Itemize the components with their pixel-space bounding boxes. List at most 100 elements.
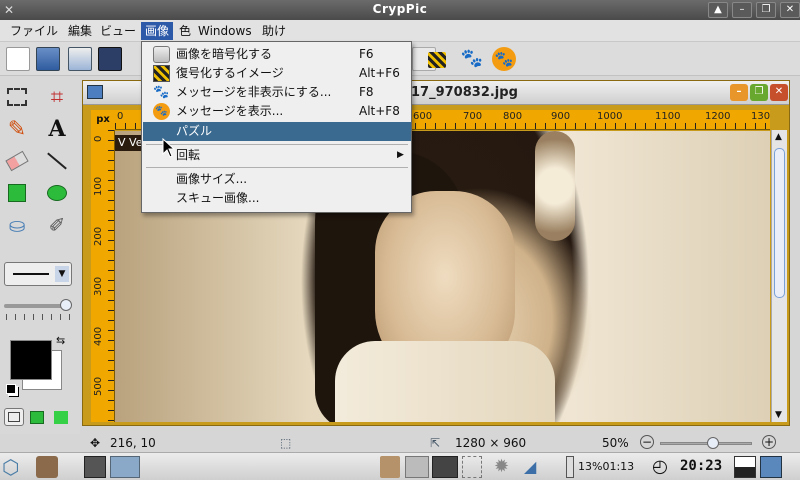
status-bar: ✥ 216, 10 ⬚ ⇱ 1280 × 960 50% − +	[0, 434, 800, 452]
wifi-icon[interactable]: ◢	[524, 456, 546, 478]
toolbox: ⌗ ✎ A ⛀ ✐ ▼ ⇆	[0, 76, 80, 434]
zoom-in-button[interactable]: +	[762, 435, 776, 449]
menu-windows[interactable]: Windows	[194, 22, 256, 40]
title-bar: ✕ CrypPic ▲ – ❐ ✕	[0, 0, 800, 20]
menu-help[interactable]: 助け	[258, 22, 290, 40]
menu-file[interactable]: ファイル	[6, 22, 62, 40]
fill-mode-fill[interactable]	[54, 411, 68, 424]
menu-bar: ファイル 編集 ビュー 画像 色 Windows 助け	[0, 20, 800, 42]
window-close-button[interactable]: ✕	[780, 2, 800, 18]
zoom-slider-handle[interactable]	[707, 437, 719, 449]
hruler-label: 1100	[655, 111, 681, 122]
text-tool-icon[interactable]: A	[44, 116, 70, 142]
clipboard-icon[interactable]	[380, 456, 400, 478]
menu-item-skew[interactable]: スキュー画像...	[143, 189, 411, 208]
show-desktop-icon[interactable]	[760, 456, 782, 478]
image-restore-button[interactable]: ❐	[750, 84, 768, 101]
hruler-label: 900	[551, 111, 571, 122]
menu-item-encrypt[interactable]: 画像を暗号化する F6	[143, 45, 411, 64]
ellipse-tool-icon[interactable]	[44, 180, 70, 206]
image-vertical-scrollbar[interactable]: ▲ ▼	[771, 130, 787, 422]
show-message-toolbar-icon[interactable]: 🐾	[492, 47, 516, 71]
menu-image[interactable]: 画像	[141, 22, 174, 40]
pencil-icon[interactable]: ✎	[4, 116, 30, 142]
vruler-label: 500	[93, 376, 104, 396]
scrollbar-thumb[interactable]	[774, 148, 785, 298]
zoom-slider[interactable]	[660, 437, 752, 449]
paw-orange-icon: 🐾	[153, 103, 170, 120]
open-image-icon[interactable]	[36, 47, 60, 71]
menu-item-label: メッセージを非表示にする...	[176, 85, 332, 99]
swap-colors-icon[interactable]: ⇆	[56, 334, 65, 347]
taskbar: ⬡ ✹ ◢ 13%01:13 ◴ 20:23	[0, 452, 800, 480]
crop-icon[interactable]: ⌗	[44, 84, 70, 110]
settings-icon[interactable]	[36, 456, 58, 478]
menu-item-shortcut: Alt+F6	[359, 66, 400, 80]
clock-time: 20:23	[680, 458, 723, 474]
vruler-label: 200	[93, 226, 104, 246]
menu-item-decrypt[interactable]: 復号化するイメージ Alt+F6	[143, 64, 411, 83]
eraser-icon[interactable]	[4, 148, 30, 174]
menu-item-shortcut: Alt+F8	[359, 104, 400, 118]
hruler-label: 1000	[597, 111, 623, 122]
desktop-switcher-icon[interactable]	[734, 456, 756, 478]
vertical-ruler: 0 100 200 300 400 500	[91, 130, 115, 422]
menu-item-show-message[interactable]: 🐾 メッセージを表示... Alt+F8	[143, 102, 411, 121]
line-tool-icon[interactable]	[44, 148, 70, 174]
window-maximize-button[interactable]: ❐	[756, 2, 776, 18]
menu-separator	[146, 144, 408, 145]
window-minimize-button[interactable]: –	[732, 2, 752, 18]
menu-view[interactable]: ビュー	[96, 22, 140, 40]
slider-handle[interactable]	[60, 299, 72, 311]
vruler-label: 400	[93, 326, 104, 346]
menu-edit[interactable]: 編集	[64, 22, 96, 40]
hruler-label: 1200	[705, 111, 731, 122]
save-as-icon[interactable]	[68, 47, 92, 71]
decrypt-toolbar-icon[interactable]	[428, 52, 446, 68]
scroll-down-icon[interactable]: ▼	[775, 410, 782, 420]
menu-item-resize[interactable]: 画像サイズ...	[143, 170, 411, 189]
display-icon[interactable]	[462, 456, 482, 478]
foreground-color-swatch[interactable]	[10, 340, 52, 380]
fill-mode-outline[interactable]	[4, 408, 24, 426]
menu-color[interactable]: 色	[175, 22, 195, 40]
vruler-label: 300	[93, 276, 104, 296]
brightness-icon[interactable]: ✹	[494, 456, 516, 478]
unlock-icon	[153, 65, 170, 82]
menu-item-rotate[interactable]: 回転 ▶	[143, 146, 411, 165]
hide-message-toolbar-icon[interactable]: 🐾	[460, 47, 484, 71]
image-close-button[interactable]: ✕	[770, 84, 788, 101]
image-window-title: 17_970832.jpg	[411, 85, 518, 100]
rectangle-tool-icon[interactable]	[4, 180, 30, 206]
save-icon[interactable]	[98, 47, 122, 71]
fill-bucket-icon[interactable]: ⛀	[4, 212, 30, 238]
clock-icon: ◴	[652, 456, 668, 477]
new-file-icon[interactable]	[6, 47, 30, 71]
cursor-position-icon: ✥	[90, 436, 101, 450]
cryppic-task-icon[interactable]	[110, 456, 140, 478]
image-minimize-button[interactable]: –	[730, 84, 748, 101]
window-up-button[interactable]: ▲	[708, 2, 728, 18]
photo-collar-shape	[335, 341, 555, 422]
paw-icon: 🐾	[153, 85, 170, 100]
network-disconnected-icon[interactable]	[432, 456, 458, 478]
rect-select-icon[interactable]	[4, 84, 30, 110]
menu-item-label: メッセージを表示...	[176, 104, 284, 118]
reset-colors-icon[interactable]	[6, 384, 16, 394]
menu-item-puzzle[interactable]: パズル	[143, 122, 411, 141]
hruler-label: 0	[117, 111, 124, 122]
terminal-icon[interactable]	[84, 456, 106, 478]
lock-icon	[153, 46, 170, 63]
app-launcher-icon[interactable]: ⬡	[2, 456, 26, 478]
fill-mode-outline-fill[interactable]	[30, 411, 44, 424]
brush-size-slider[interactable]	[4, 299, 72, 311]
menu-item-label: 復号化するイメージ	[176, 66, 284, 80]
scroll-up-icon[interactable]: ▲	[775, 132, 782, 142]
menu-item-hide-message[interactable]: 🐾 メッセージを非表示にする... F8	[143, 83, 411, 102]
color-picker-icon[interactable]: ✐	[44, 212, 70, 238]
image-size: 1280 × 960	[455, 436, 527, 450]
line-style-select[interactable]: ▼	[4, 262, 72, 286]
cursor-position: 216, 10	[110, 436, 156, 450]
zoom-out-button[interactable]: −	[640, 435, 654, 449]
storage-icon[interactable]	[405, 456, 429, 478]
